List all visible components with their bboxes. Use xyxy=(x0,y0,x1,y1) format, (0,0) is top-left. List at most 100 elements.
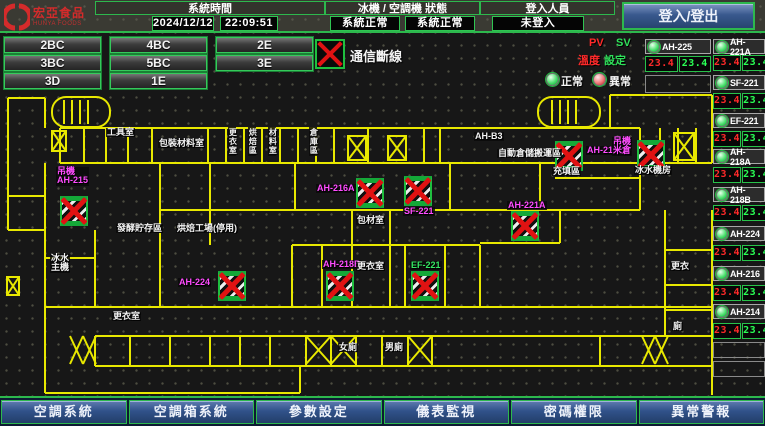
marker-label: SF-221 xyxy=(403,207,435,216)
marker-label: EF-221 xyxy=(410,261,442,270)
equipment-ah214[interactable]: AH-214 xyxy=(713,304,765,319)
room-label: 冰水 主機 xyxy=(50,254,70,273)
header-bar: 宏亞食品 HUNYA FOODS 系統時間 2024/12/12 22:09:5… xyxy=(0,0,765,33)
room-label: 倉庫區 xyxy=(309,127,317,156)
equipment-name: SF-221 xyxy=(730,78,758,88)
pv-value: 23.4 xyxy=(713,93,741,109)
marker-label: AH-216A xyxy=(316,184,356,193)
normal-label: 正常 xyxy=(561,73,583,89)
equipment-name: AH-214 xyxy=(730,307,760,317)
pv-value: 23.4 xyxy=(713,205,741,221)
equipment-sf221[interactable]: SF-221 xyxy=(713,75,765,90)
status-lamp-icon xyxy=(716,189,728,201)
comm-fail-marker-sf221[interactable] xyxy=(404,176,432,206)
status-lamp-icon xyxy=(648,41,660,53)
sv-value: 23.4 xyxy=(742,93,765,109)
empty-slot xyxy=(713,342,765,358)
room-label: 充填區 xyxy=(552,167,581,176)
chiller-status: 系統正常 xyxy=(330,16,400,31)
room-label: 烘焙工場(停用) xyxy=(176,224,238,233)
equipment-ah225[interactable]: AH-225 xyxy=(645,39,711,54)
sv-value: 23.4 xyxy=(742,245,765,261)
floor-button-2bc[interactable]: 2BC xyxy=(4,37,101,53)
nav-abnormal-alarm-button[interactable]: 異常警報 xyxy=(639,400,765,424)
pv-label: PV xyxy=(589,37,604,49)
abnormal-lamp-icon xyxy=(593,73,606,86)
equipment-ef221[interactable]: EF-221 xyxy=(713,113,765,128)
comm-fail-marker-ef221[interactable] xyxy=(411,271,439,301)
logo-icon xyxy=(4,3,30,31)
marker-label: AH-221A xyxy=(507,201,547,210)
room-label: 包材室 xyxy=(356,216,385,225)
floor-button-5bc[interactable]: 5BC xyxy=(110,55,207,71)
equipment-ah225-values: 23.4 23.4 xyxy=(645,56,711,72)
floor-button-3bc[interactable]: 3BC xyxy=(4,55,101,71)
pv-value: 23.4 xyxy=(713,55,741,71)
comm-fail-marker-ah221a[interactable] xyxy=(511,211,539,241)
status-lamp-icon xyxy=(716,115,728,127)
equipment-name: AH-216 xyxy=(730,269,760,279)
sv-value: 23.4 xyxy=(679,56,712,72)
equipment-ah218b[interactable]: AH-218B xyxy=(713,187,765,202)
machine-status-label: 冰機 / 空調機 狀態 xyxy=(325,1,480,15)
status-lamp-icon xyxy=(716,306,728,318)
sv-value: 23.4 xyxy=(742,285,765,301)
pv-value: 23.4 xyxy=(713,323,741,339)
equipment-values: 23.4 23.4 xyxy=(713,205,765,221)
room-label: AH-B3 xyxy=(474,132,504,141)
hvac-scada-screen: { "header": { "brand": "宏亞食品", "brand_en… xyxy=(0,0,765,426)
room-label: 更衣室 xyxy=(112,312,141,321)
room-label: 烘焙區 xyxy=(248,127,256,156)
login-user-label: 登入人員 xyxy=(480,1,615,15)
login-logout-button[interactable]: 登入/登出 xyxy=(622,2,755,30)
room-label: 更衣室 xyxy=(228,127,236,156)
room-label: 自動倉儲搬運區 xyxy=(497,149,562,158)
setpoint-label: 設定 xyxy=(604,52,626,68)
login-status: 未登入 xyxy=(492,16,584,31)
marker-label: 吊機 米倉 xyxy=(612,137,632,156)
empty-slot xyxy=(645,75,711,93)
floor-button-2e[interactable]: 2E xyxy=(216,37,313,53)
equipment-values: 23.4 23.4 xyxy=(713,93,765,109)
comm-fail-marker-ah218b[interactable] xyxy=(326,271,354,301)
equipment-ah221a[interactable]: AH-221A xyxy=(713,39,765,54)
ac-status: 系統正常 xyxy=(405,16,475,31)
comm-fail-marker-ah216a[interactable] xyxy=(356,178,384,208)
nav-ahu-system-button[interactable]: 空調箱系統 xyxy=(129,400,255,424)
equipment-values: 23.4 23.4 xyxy=(713,167,765,183)
brand-name: 宏亞食品 xyxy=(33,7,85,19)
floor-button-1e[interactable]: 1E xyxy=(110,73,207,89)
room-label: 工具室 xyxy=(106,128,135,137)
status-lamp-icon xyxy=(716,41,728,53)
nav-password-auth-button[interactable]: 密碼權限 xyxy=(511,400,637,424)
comm-fail-marker-ah224[interactable] xyxy=(218,271,246,301)
sv-label: SV xyxy=(616,37,631,49)
status-lamp-icon xyxy=(716,77,728,89)
equipment-ah216[interactable]: AH-216 xyxy=(713,266,765,281)
equipment-values: 23.4 23.4 xyxy=(713,285,765,301)
equipment-ah218a[interactable]: AH-218A xyxy=(713,149,765,164)
floor-button-3d[interactable]: 3D xyxy=(4,73,101,89)
status-lamp-icon xyxy=(716,268,728,280)
equipment-values: 23.4 23.4 xyxy=(713,323,765,339)
room-label: 材料室 xyxy=(268,127,276,156)
floor-button-4bc[interactable]: 4BC xyxy=(110,37,207,53)
comm-fail-legend-icon xyxy=(315,39,345,69)
equipment-values: 23.4 23.4 xyxy=(713,245,765,261)
equipment-name: AH-225 xyxy=(662,42,692,52)
nav-ac-system-button[interactable]: 空調系統 xyxy=(1,400,127,424)
room-label: 冰水機房 xyxy=(634,166,672,175)
room-label: 女廁 xyxy=(338,343,358,352)
floor-button-3e[interactable]: 3E xyxy=(216,55,313,71)
temp-label: 溫度 xyxy=(578,52,600,68)
equipment-ah224[interactable]: AH-224 xyxy=(713,226,765,241)
nav-meter-monitor-button[interactable]: 儀表監視 xyxy=(384,400,510,424)
room-label: 更衣 xyxy=(670,262,690,271)
equipment-name: AH-221A xyxy=(730,37,764,57)
status-lamp-icon xyxy=(716,228,728,240)
abnormal-label: 異常 xyxy=(609,73,631,89)
nav-parameter-set-button[interactable]: 參數設定 xyxy=(256,400,382,424)
pv-value: 23.4 xyxy=(713,285,741,301)
comm-fail-marker-ah215[interactable] xyxy=(60,196,88,226)
sv-value: 23.4 xyxy=(742,167,765,183)
